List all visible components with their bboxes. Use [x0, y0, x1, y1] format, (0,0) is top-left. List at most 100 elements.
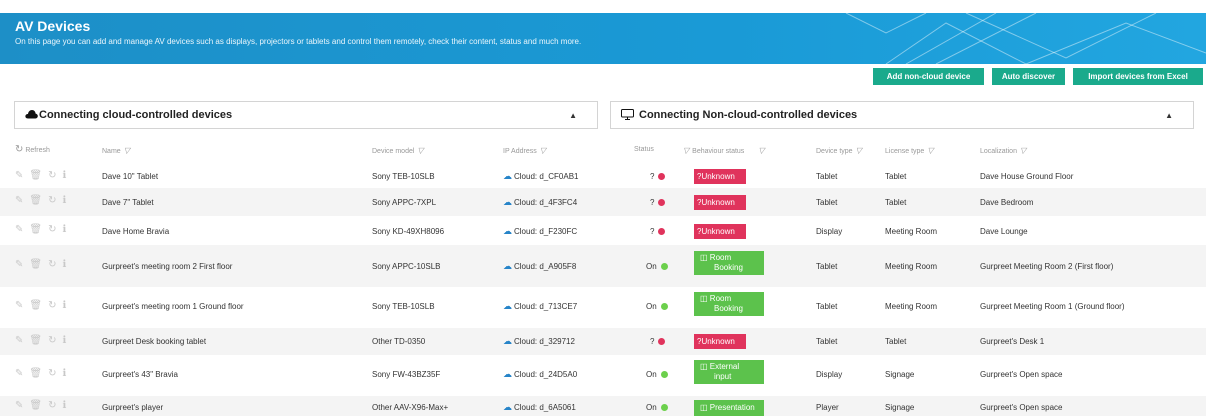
cloud-icon: ☁ [503, 336, 512, 346]
edit-icon[interactable]: ✎ [15, 335, 23, 346]
delete-icon[interactable]: 🗑 [29, 368, 42, 379]
filter-icon[interactable]: ▽ [417, 146, 423, 155]
delete-icon[interactable]: 🗑 [29, 335, 42, 346]
edit-icon[interactable]: ✎ [15, 259, 23, 270]
behaviour-status-badge[interactable]: ?Unknown [694, 195, 746, 210]
device-name[interactable]: Dave 7" Tablet [102, 198, 154, 207]
add-non-cloud-device-button[interactable]: Add non-cloud device [873, 68, 984, 85]
row-actions: ✎ 🗑 ↻ ℹ [15, 259, 72, 270]
device-model: Sony FW-43BZ35F [372, 370, 441, 379]
status-dot-icon [660, 404, 668, 411]
delete-icon[interactable]: 🗑 [29, 300, 42, 311]
refresh-icon[interactable]: ↻ [48, 335, 56, 346]
monitor-icon: ◫ [700, 362, 708, 371]
device-name[interactable]: Gurpreet Desk booking tablet [102, 337, 206, 346]
noncloud-devices-panel[interactable]: Connecting Non-cloud-controlled devices … [610, 101, 1194, 129]
device-name[interactable]: Gurpreet's 43" Bravia [102, 370, 178, 379]
table-row[interactable]: ✎ 🗑 ↻ ℹ Gurpreet's 43" Bravia Sony FW-43BZ3… [0, 355, 1206, 396]
delete-icon[interactable]: 🗑 [29, 195, 42, 206]
behaviour-status-badge[interactable]: ◫ Room Booking [694, 251, 764, 275]
filter-icon[interactable]: ▽ [927, 146, 933, 155]
info-icon[interactable]: ℹ [62, 335, 66, 346]
behaviour-status-badge[interactable]: ◫ External input [694, 360, 764, 384]
filter-icon[interactable]: ▽ [856, 146, 862, 155]
behaviour-status-badge[interactable]: ◫ Room Booking [694, 292, 764, 316]
behaviour-status-badge[interactable]: ?Unknown [694, 169, 746, 184]
device-type: Tablet [816, 172, 838, 181]
table-row[interactable]: ✎ 🗑 ↻ ℹ Dave 10" Tablet Sony TEB-10SLB ☁ Clo… [0, 165, 1206, 188]
info-icon[interactable]: ℹ [62, 300, 66, 311]
info-icon[interactable]: ℹ [62, 195, 66, 206]
device-name[interactable]: Gurpreet's meeting room 1 Ground floor [102, 302, 244, 311]
refresh-icon[interactable]: ↻ [48, 300, 56, 311]
delete-icon[interactable]: 🗑 [29, 170, 42, 181]
info-icon[interactable]: ℹ [62, 259, 66, 270]
filter-icon[interactable]: ▽ [683, 146, 689, 155]
refresh-icon[interactable]: ↻ [48, 195, 56, 206]
table-row[interactable]: ✎ 🗑 ↻ ℹ Gurpreet Desk booking tablet Other … [0, 328, 1206, 355]
delete-icon[interactable]: 🗑 [29, 400, 42, 411]
localization: Gurpreet Meeting Room 1 (Ground floor) [980, 302, 1125, 311]
import-devices-excel-button[interactable]: Import devices from Excel [1073, 68, 1203, 85]
device-type: Tablet [816, 337, 838, 346]
edit-icon[interactable]: ✎ [15, 195, 23, 206]
table-row[interactable]: ✎ 🗑 ↻ ℹ Gurpreet's meeting room 1 Ground fl… [0, 287, 1206, 328]
device-type: Player [816, 403, 839, 412]
column-header-license-type[interactable]: License type ▽ [885, 146, 933, 155]
row-actions: ✎ 🗑 ↻ ℹ [15, 195, 72, 206]
refresh-icon[interactable]: ↻ [48, 400, 56, 411]
behaviour-status-badge[interactable]: ?Unknown [694, 224, 746, 239]
device-name[interactable]: Dave 10" Tablet [102, 172, 158, 181]
refresh-icon[interactable]: ↻ [48, 224, 56, 235]
device-type: Tablet [816, 198, 838, 207]
table-row[interactable]: ✎ 🗑 ↻ ℹ Gurpreet's meeting room 2 First flo… [0, 245, 1206, 287]
refresh-icon[interactable]: ↻ [48, 368, 56, 379]
table-row[interactable]: ✎ 🗑 ↻ ℹ Dave Home Bravia Sony KD-49XH8096 ☁… [0, 216, 1206, 245]
collapse-caret-icon[interactable]: ▲ [569, 111, 577, 120]
monitor-icon: ◫ [700, 403, 708, 412]
refresh-all-button[interactable]: ↻ Refresh [15, 144, 50, 155]
behaviour-status-badge[interactable]: ◫ Presentation [694, 400, 764, 416]
filter-icon[interactable]: ▽ [1020, 146, 1026, 155]
column-header-name[interactable]: Name ▽ [102, 146, 130, 155]
collapse-caret-icon[interactable]: ▲ [1165, 111, 1173, 120]
info-icon[interactable]: ℹ [62, 170, 66, 181]
edit-icon[interactable]: ✎ [15, 170, 23, 181]
device-model: Sony TEB-10SLB [372, 302, 435, 311]
behaviour-status-badge[interactable]: ?Unknown [694, 334, 746, 349]
cloud-panel-title: Connecting cloud-controlled devices [39, 109, 233, 121]
column-header-status[interactable]: Status [634, 146, 654, 153]
column-header-localization[interactable]: Localization ▽ [980, 146, 1026, 155]
delete-icon[interactable]: 🗑 [29, 224, 42, 235]
edit-icon[interactable]: ✎ [15, 368, 23, 379]
device-name[interactable]: Gurpreet's meeting room 2 First floor [102, 262, 232, 271]
table-row[interactable]: ✎ 🗑 ↻ ℹ Dave 7" Tablet Sony APPC-7XPL ☁ Clou… [0, 188, 1206, 216]
refresh-icon[interactable]: ↻ [48, 170, 56, 181]
info-icon[interactable]: ℹ [62, 368, 66, 379]
delete-icon[interactable]: 🗑 [29, 259, 42, 270]
refresh-icon[interactable]: ↻ [48, 259, 56, 270]
edit-icon[interactable]: ✎ [15, 224, 23, 235]
device-name[interactable]: Dave Home Bravia [102, 227, 169, 236]
device-model: Sony APPC-7XPL [372, 198, 437, 207]
device-name[interactable]: Gurpreet's player [102, 403, 163, 412]
column-header-behaviour-status[interactable]: ▽ Behaviour status ▽ [683, 146, 764, 155]
filter-icon[interactable]: ▽ [124, 146, 130, 155]
filter-icon[interactable]: ▽ [540, 146, 546, 155]
status-dot-icon [658, 173, 666, 180]
info-icon[interactable]: ℹ [62, 400, 66, 411]
table-row[interactable]: ✎ 🗑 ↻ ℹ Gurpreet's player Other AAV-X96-Max… [0, 396, 1206, 416]
cloud-devices-panel[interactable]: Connecting cloud-controlled devices ▲ [14, 101, 598, 129]
filter-icon[interactable]: ▽ [758, 146, 764, 155]
device-model: Other TD-0350 [372, 337, 426, 346]
license-type: Meeting Room [885, 302, 938, 311]
edit-icon[interactable]: ✎ [15, 300, 23, 311]
column-header-ip-address[interactable]: IP Address ▽ [503, 146, 546, 155]
edit-icon[interactable]: ✎ [15, 400, 23, 411]
column-header-device-type[interactable]: Device type ▽ [816, 146, 862, 155]
info-icon[interactable]: ℹ [62, 224, 66, 235]
auto-discover-button[interactable]: Auto discover [992, 68, 1065, 85]
column-header-device-model[interactable]: Device model ▽ [372, 146, 424, 155]
cloud-icon: ☁ [503, 369, 512, 379]
localization: Gurpreet's Open space [980, 370, 1063, 379]
